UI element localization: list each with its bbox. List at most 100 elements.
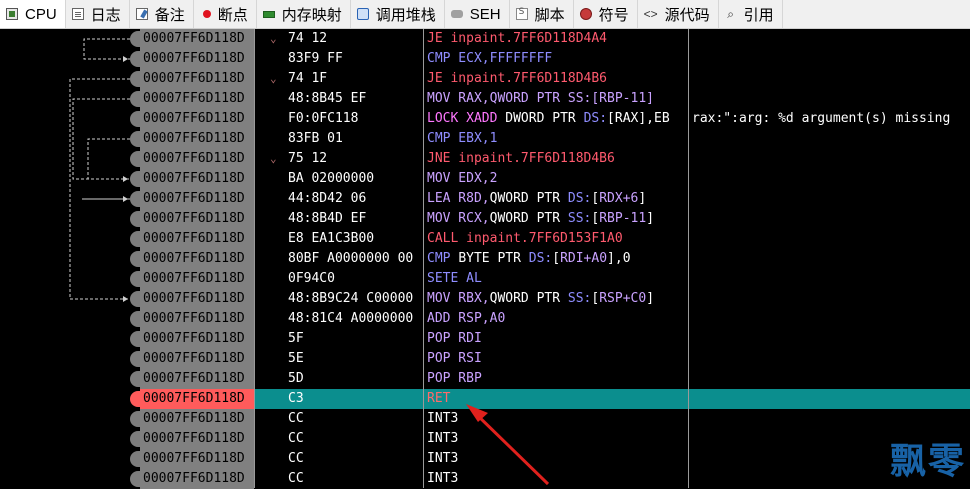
instruction-cell[interactable]: CALL inpaint.7FF6D153F1A0 (427, 229, 623, 249)
bytes-cell[interactable]: BA 02000000 (288, 169, 423, 189)
instruction-row[interactable]: 00007FF6D118D 44:8D42 06 LEA R8D,QWORD PTR… (0, 189, 970, 209)
bytes-cell[interactable]: 75 12 (288, 149, 423, 169)
instruction-cell[interactable]: POP RSI (427, 349, 482, 369)
instruction-row[interactable]: 00007FF6D118D CC INT3 (0, 449, 970, 469)
instruction-cell[interactable]: RET (427, 389, 450, 409)
instruction-cell[interactable]: MOV RCX,QWORD PTR SS:[RBP-11] (427, 209, 654, 229)
tab-memory-map[interactable]: 内存映射 (257, 0, 351, 28)
instruction-cell[interactable]: ADD RSP,A0 (427, 309, 505, 329)
bytes-cell[interactable]: 0F94C0 (288, 269, 423, 289)
bytes-cell[interactable]: CC (288, 409, 423, 429)
address-cell[interactable]: 00007FF6D118D (140, 109, 254, 129)
instruction-cell[interactable]: POP RBP (427, 369, 482, 389)
column-divider-address[interactable] (254, 29, 255, 488)
instruction-row[interactable]: 00007FF6D118D ⌄ 74 1F JE inpaint.7FF6D118D4… (0, 69, 970, 89)
bytes-cell[interactable]: E8 EA1C3B00 (288, 229, 423, 249)
bytes-cell[interactable]: 74 12 (288, 29, 423, 49)
instruction-row[interactable]: 00007FF6D118D 83FB 01 CMP EBX,1 (0, 129, 970, 149)
tab-breakpoint[interactable]: 断点 (194, 0, 257, 28)
instruction-row[interactable]: 00007FF6D118D 48:8B45 EF MOV RAX,QWORD PTR… (0, 89, 970, 109)
instruction-cell[interactable]: MOV EDX,2 (427, 169, 497, 189)
bytes-cell[interactable]: F0:0FC118 (288, 109, 423, 129)
instruction-cell[interactable]: INT3 (427, 449, 458, 469)
address-cell[interactable]: 00007FF6D118D (140, 209, 254, 229)
bytes-cell[interactable]: CC (288, 429, 423, 449)
address-cell[interactable]: 00007FF6D118D (140, 409, 254, 429)
instruction-row[interactable]: 00007FF6D118D 48:81C4 A0000000 ADD RSP,A0 (0, 309, 970, 329)
disassembly-view[interactable]: 00007FF6D118D ⌄ 74 12 JE inpaint.7FF6D118D4… (0, 29, 970, 489)
address-cell[interactable]: 00007FF6D118D (140, 169, 254, 189)
bytes-cell[interactable]: 83FB 01 (288, 129, 423, 149)
address-cell[interactable]: 00007FF6D118D (140, 189, 254, 209)
address-cell[interactable]: 00007FF6D118D (140, 129, 254, 149)
instruction-list[interactable]: 00007FF6D118D ⌄ 74 12 JE inpaint.7FF6D118D4… (0, 29, 970, 489)
tab-cpu[interactable]: CPU (0, 0, 66, 28)
instruction-row[interactable]: 00007FF6D118D CC INT3 (0, 469, 970, 489)
address-cell[interactable]: 00007FF6D118D (140, 249, 254, 269)
address-cell[interactable]: 00007FF6D118D (140, 329, 254, 349)
address-cell[interactable]: 00007FF6D118D (140, 349, 254, 369)
bytes-cell[interactable]: 48:81C4 A0000000 (288, 309, 423, 329)
instruction-cell[interactable]: CMP BYTE PTR DS:[RDI+A0],0 (427, 249, 631, 269)
instruction-row[interactable]: 00007FF6D118D 0F94C0 SETE AL (0, 269, 970, 289)
instruction-cell[interactable]: INT3 (427, 409, 458, 429)
instruction-cell[interactable]: POP RDI (427, 329, 482, 349)
bytes-cell[interactable]: 48:8B9C24 C00000 (288, 289, 423, 309)
column-divider-instr[interactable] (688, 29, 689, 488)
instruction-cell[interactable]: LOCK XADD DWORD PTR DS:[RAX],EB (427, 109, 670, 129)
instruction-row[interactable]: 00007FF6D118D 5E POP RSI (0, 349, 970, 369)
address-cell[interactable]: 00007FF6D118D (140, 69, 254, 89)
address-cell[interactable]: 00007FF6D118D (140, 469, 254, 489)
bytes-cell[interactable]: 48:8B4D EF (288, 209, 423, 229)
tab-source[interactable]: <> 源代码 (638, 0, 719, 28)
address-cell[interactable]: 00007FF6D118D (140, 29, 254, 49)
instruction-cell[interactable]: LEA R8D,QWORD PTR DS:[RDX+6] (427, 189, 646, 209)
instruction-row[interactable]: 00007FF6D118D 48:8B4D EF MOV RCX,QWORD PTR… (0, 209, 970, 229)
bytes-cell[interactable]: 5E (288, 349, 423, 369)
instruction-row[interactable]: 00007FF6D118D CC INT3 (0, 429, 970, 449)
instruction-cell[interactable]: CMP ECX,FFFFFFFF (427, 49, 552, 69)
address-cell[interactable]: 00007FF6D118D (140, 49, 254, 69)
instruction-row[interactable]: 00007FF6D118D ⌄ 75 12 JNE inpaint.7FF6D118D… (0, 149, 970, 169)
instruction-row[interactable]: 00007FF6D118D 80BF A0000000 00 CMP BYTE PT… (0, 249, 970, 269)
bytes-cell[interactable]: CC (288, 469, 423, 489)
column-divider-bytes[interactable] (423, 29, 424, 488)
tab-script[interactable]: 脚本 (510, 0, 574, 28)
address-cell[interactable]: 00007FF6D118D (140, 269, 254, 289)
instruction-row[interactable]: 00007FF6D118D 48:8B9C24 C00000 MOV RBX,QWO… (0, 289, 970, 309)
bytes-cell[interactable]: C3 (288, 389, 423, 409)
bytes-cell[interactable]: CC (288, 449, 423, 469)
instruction-row[interactable]: 00007FF6D118D 5D POP RBP (0, 369, 970, 389)
tab-references[interactable]: ⌕ 引用 (719, 0, 783, 28)
instruction-cell[interactable]: SETE AL (427, 269, 482, 289)
address-cell[interactable]: 00007FF6D118D (140, 229, 254, 249)
instruction-cell[interactable]: MOV RBX,QWORD PTR SS:[RSP+C0] (427, 289, 654, 309)
bytes-cell[interactable]: 74 1F (288, 69, 423, 89)
instruction-row[interactable]: 00007FF6D118D F0:0FC118 LOCK XADD DWORD PT… (0, 109, 970, 129)
address-cell[interactable]: 00007FF6D118D (140, 289, 254, 309)
instruction-cell[interactable]: INT3 (427, 469, 458, 489)
address-cell[interactable]: 00007FF6D118D (140, 369, 254, 389)
address-cell[interactable]: 00007FF6D118D (140, 449, 254, 469)
address-cell[interactable]: 00007FF6D118D (140, 149, 254, 169)
bytes-cell[interactable]: 44:8D42 06 (288, 189, 423, 209)
instruction-cell[interactable]: JE inpaint.7FF6D118D4A4 (427, 29, 607, 49)
instruction-cell[interactable]: JE inpaint.7FF6D118D4B6 (427, 69, 607, 89)
instruction-cell[interactable]: JNE inpaint.7FF6D118D4B6 (427, 149, 615, 169)
instruction-cell[interactable]: INT3 (427, 429, 458, 449)
bytes-cell[interactable]: 5F (288, 329, 423, 349)
bytes-cell[interactable]: 83F9 FF (288, 49, 423, 69)
address-cell[interactable]: 00007FF6D118D (140, 389, 254, 409)
tab-seh[interactable]: SEH (445, 0, 510, 28)
tab-notes[interactable]: 备注 (130, 0, 194, 28)
instruction-row[interactable]: 00007FF6D118D BA 02000000 MOV EDX,2 (0, 169, 970, 189)
instruction-row[interactable]: 00007FF6D118D CC INT3 (0, 409, 970, 429)
instruction-row[interactable]: 00007FF6D118D ⌄ 74 12 JE inpaint.7FF6D118D4… (0, 29, 970, 49)
instruction-row[interactable]: 00007FF6D118D 83F9 FF CMP ECX,FFFFFFFF (0, 49, 970, 69)
instruction-cell[interactable]: CMP EBX,1 (427, 129, 497, 149)
instruction-row[interactable]: 00007FF6D118D E8 EA1C3B00 CALL inpaint.7FF… (0, 229, 970, 249)
instruction-row[interactable]: 00007FF6D118D 5F POP RDI (0, 329, 970, 349)
bytes-cell[interactable]: 48:8B45 EF (288, 89, 423, 109)
tab-call-stack[interactable]: 调用堆栈 (351, 0, 445, 28)
address-cell[interactable]: 00007FF6D118D (140, 429, 254, 449)
